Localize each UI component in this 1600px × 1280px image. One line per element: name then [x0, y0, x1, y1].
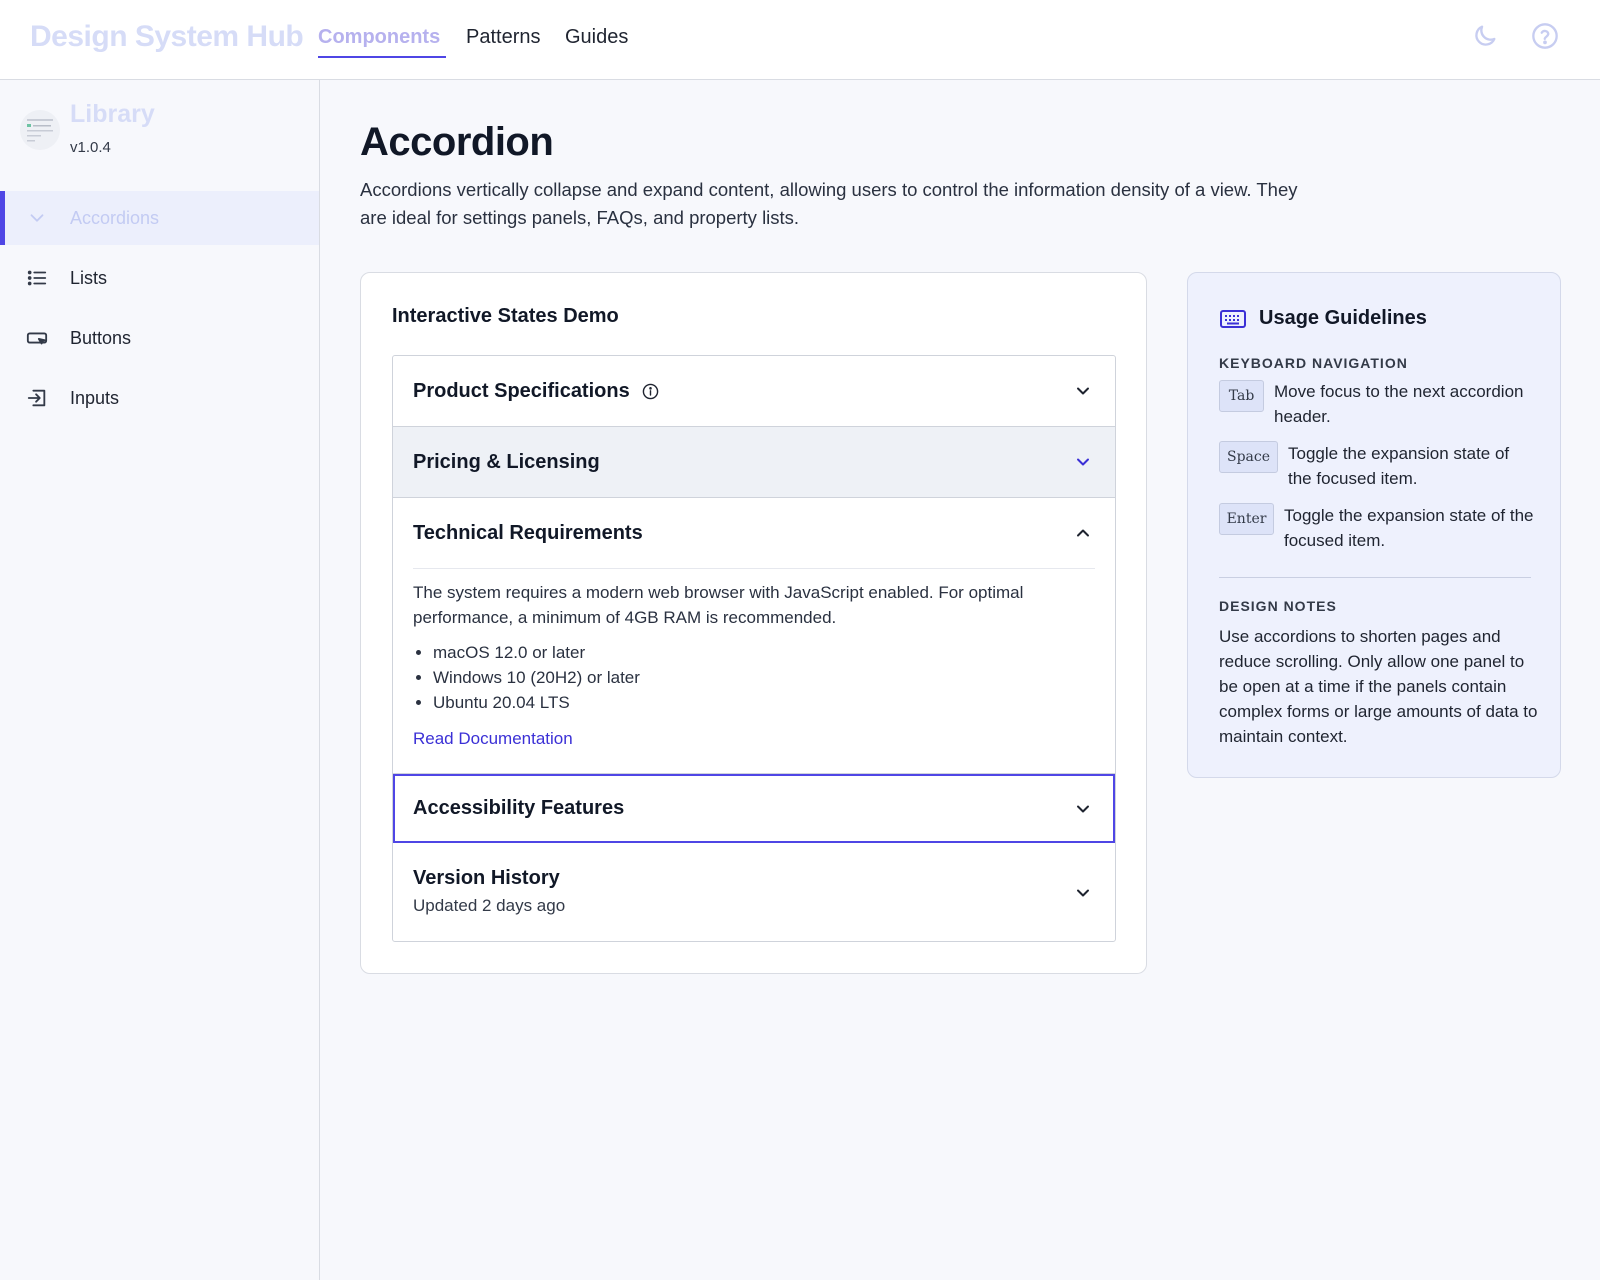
- keyboard-icon: [1220, 310, 1246, 328]
- moon-icon[interactable]: [1471, 22, 1499, 50]
- list-icon: [27, 270, 47, 286]
- chevron-down-icon: [1077, 889, 1089, 896]
- panel-divider: [413, 568, 1095, 569]
- design-notes-label: DESIGN NOTES: [1219, 598, 1337, 614]
- chevron-down-icon: [30, 214, 44, 222]
- tab-patterns[interactable]: Patterns: [466, 26, 540, 49]
- list-item: macOS 12.0 or later: [433, 640, 1095, 665]
- accordion: Product Specifications Pricing & Licensi…: [392, 355, 1116, 942]
- accordion-panel: The system requires a modern web browser…: [413, 580, 1095, 749]
- design-notes-text: Use accordions to shorten pages and redu…: [1219, 627, 1538, 746]
- panel-text: The system requires a modern web browser…: [413, 583, 1024, 627]
- accordion-header-accessibility-features[interactable]: Accessibility Features: [393, 774, 1115, 843]
- help-icon[interactable]: [1531, 22, 1559, 50]
- sidebar-item-label: Buttons: [70, 327, 132, 348]
- kbd-space: Space: [1219, 441, 1278, 473]
- accordion-header-technical-requirements[interactable]: Technical Requirements: [393, 498, 1115, 568]
- demo-title: Interactive States Demo: [392, 305, 619, 327]
- list-item: Ubuntu 20.04 LTS: [433, 690, 1095, 715]
- sidebar-item-label: Lists: [70, 267, 108, 288]
- input-icon: [27, 389, 46, 407]
- top-bar: Design System Hub Components Patterns Gu…: [0, 0, 1600, 80]
- brand-logo[interactable]: Design System Hub: [30, 20, 304, 54]
- sidebar-item-label: Accordions: [70, 207, 160, 228]
- sidebar: Library v1.0.4 Accordions Lists Buttons …: [0, 80, 320, 1280]
- accordion-title: Technical Requirements: [413, 521, 643, 544]
- accordion-subtitle: Updated 2 days ago: [413, 896, 566, 915]
- requirements-list: macOS 12.0 or later Windows 10 (20H2) or…: [413, 640, 1095, 715]
- kbd-description: Move focus to the next accordion header.: [1274, 382, 1524, 426]
- accordion-title: Pricing & Licensing: [413, 450, 600, 473]
- kbd-description: Toggle the expansion state of the focuse…: [1288, 444, 1510, 488]
- page-description: Accordions vertically collapse and expan…: [360, 179, 1298, 228]
- accordion-title: Version History: [413, 867, 560, 889]
- demo-card: Interactive States Demo Product Specific…: [360, 272, 1147, 974]
- usage-guidelines-card: Usage Guidelines KEYBOARD NAVIGATION Tab…: [1187, 272, 1561, 778]
- kbd-tab: Tab: [1219, 380, 1264, 412]
- sidebar-item-label: Inputs: [70, 387, 120, 408]
- accordion-title: Accessibility Features: [413, 797, 625, 819]
- tab-guides[interactable]: Guides: [565, 26, 628, 49]
- list-item: Windows 10 (20H2) or later: [433, 665, 1095, 690]
- library-title: Library: [70, 100, 155, 128]
- page-title: Accordion: [360, 120, 554, 164]
- chevron-down-icon: [1077, 805, 1089, 812]
- chevron-up-icon: [1077, 529, 1089, 537]
- sidebar-item-inputs[interactable]: Inputs: [0, 371, 319, 425]
- library-thumbnail: [20, 110, 60, 150]
- usage-divider: [1219, 577, 1531, 578]
- accordion-header-pricing-licensing[interactable]: Pricing & Licensing: [393, 427, 1115, 497]
- button-icon: [26, 332, 48, 345]
- kbd-enter: Enter: [1219, 503, 1274, 535]
- kbd-description: Toggle the expansion state of the focuse…: [1284, 506, 1534, 550]
- sidebar-item-lists[interactable]: Lists: [0, 251, 319, 305]
- chevron-down-icon: [1077, 458, 1089, 466]
- info-icon[interactable]: [642, 383, 659, 400]
- library-version: v1.0.4: [70, 139, 111, 156]
- sidebar-item-accordions[interactable]: Accordions: [0, 191, 319, 245]
- active-tab-indicator: [318, 56, 446, 58]
- accordion-header-version-history[interactable]: Version History Updated 2 days ago: [393, 844, 1115, 941]
- sidebar-item-buttons[interactable]: Buttons: [0, 311, 319, 365]
- accordion-title: Product Specifications: [413, 379, 630, 402]
- keyboard-navigation-label: KEYBOARD NAVIGATION: [1219, 355, 1408, 371]
- tab-components[interactable]: Components: [318, 26, 440, 49]
- usage-title: Usage Guidelines: [1259, 307, 1427, 329]
- read-documentation-link[interactable]: Read Documentation: [413, 729, 573, 749]
- chevron-down-icon: [1077, 387, 1089, 395]
- accordion-header-product-specifications[interactable]: Product Specifications: [393, 356, 1115, 426]
